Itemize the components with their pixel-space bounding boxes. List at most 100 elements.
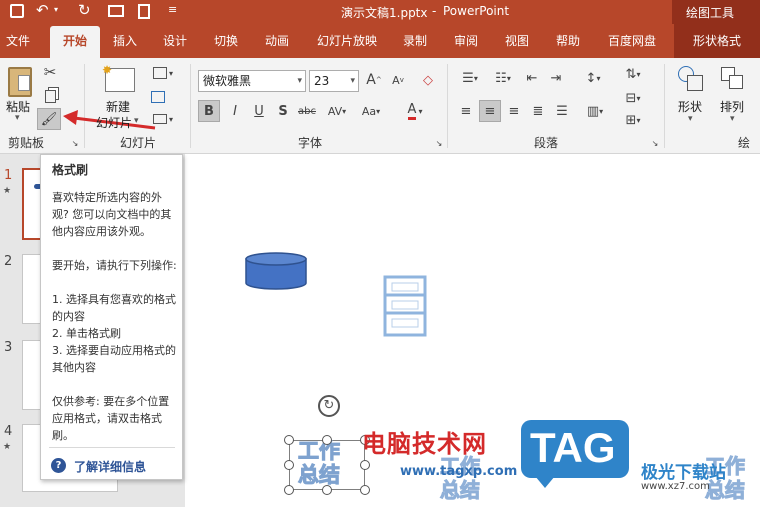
- clipboard-launcher-icon[interactable]: ↘: [70, 138, 80, 148]
- copy-icon: [44, 89, 56, 103]
- resize-handle[interactable]: [284, 460, 294, 470]
- paste-dropdown-icon[interactable]: ▾: [15, 113, 20, 123]
- shadow-button[interactable]: S: [273, 100, 293, 122]
- tab-home[interactable]: 开始: [50, 26, 100, 58]
- bold-button[interactable]: B: [198, 100, 220, 122]
- redo-icon[interactable]: ↻: [78, 1, 91, 19]
- columns-button[interactable]: ▥ ▾: [580, 100, 610, 122]
- resize-handle[interactable]: [284, 435, 294, 445]
- copy-button[interactable]: [40, 86, 60, 106]
- arrange-dropdown-icon[interactable]: ▾: [730, 114, 735, 124]
- tooltip-note: 仅供参考: 要在多个位置应用格式，请双击格式刷。: [52, 395, 170, 442]
- smartart-button[interactable]: ⊞ ▾: [618, 110, 648, 130]
- numbering-button[interactable]: ☷ ▾: [488, 68, 518, 88]
- arrange-icon: [721, 67, 745, 91]
- shapes-dropdown-icon[interactable]: ▾: [688, 114, 693, 124]
- group-divider: [447, 64, 448, 148]
- tooltip-step-3: 3. 选择要自动应用格式的其他内容: [52, 344, 176, 374]
- tab-baidu[interactable]: 百度网盘: [600, 24, 664, 58]
- resize-handle[interactable]: [360, 460, 370, 470]
- bullets-button[interactable]: ☰ ▾: [455, 68, 485, 88]
- align-right-button[interactable]: ≡: [503, 100, 525, 122]
- align-text-button[interactable]: ⊟ ▾: [618, 88, 648, 108]
- customize-toolbar-icon[interactable]: ≡: [168, 3, 177, 16]
- help-icon[interactable]: ?: [51, 458, 66, 473]
- context-tab-label: 绘图工具: [686, 6, 735, 20]
- preview-icon[interactable]: [138, 4, 150, 19]
- reset-button[interactable]: [148, 88, 168, 106]
- present-icon[interactable]: [108, 5, 124, 17]
- text-direction-button[interactable]: ⇅ ▾: [618, 64, 648, 84]
- paste-button[interactable]: [4, 62, 36, 102]
- shelf-shape[interactable]: [382, 275, 428, 337]
- reset-icon: [151, 91, 165, 103]
- selected-textbox[interactable]: 工作总结: [289, 439, 365, 490]
- new-slide-dropdown-icon[interactable]: ▾: [134, 116, 139, 126]
- learn-more-link[interactable]: 了解详细信息: [74, 458, 146, 475]
- context-tab-header: 绘图工具: [672, 0, 760, 24]
- distributed-button[interactable]: ☰: [551, 100, 573, 122]
- new-slide-button[interactable]: ✸: [100, 62, 140, 98]
- increase-indent-button[interactable]: ⇥: [546, 68, 566, 88]
- resize-handle[interactable]: [284, 485, 294, 495]
- italic-button[interactable]: I: [225, 100, 245, 122]
- shapes-button[interactable]: [674, 62, 708, 96]
- section-button[interactable]: ▾: [148, 110, 178, 128]
- font-color-button[interactable]: A ▾: [398, 100, 432, 122]
- arrange-button[interactable]: [716, 62, 750, 96]
- thumbnail-slide-2[interactable]: [22, 254, 42, 324]
- change-case-button[interactable]: Aa ▾: [356, 100, 386, 122]
- watermark-url: www.tagxp.com: [400, 464, 518, 479]
- layout-button[interactable]: ▾: [148, 64, 178, 82]
- font-name-combo[interactable]: 微软雅黑 ▾: [198, 70, 306, 92]
- cylinder-shape[interactable]: [244, 252, 308, 292]
- font-size-combo[interactable]: 23 ▾: [309, 70, 359, 92]
- new-slide-label2: 幻灯片: [96, 116, 133, 130]
- tab-insert[interactable]: 插入: [106, 24, 144, 58]
- group-divider: [190, 64, 191, 148]
- tooltip-title: 格式刷: [52, 163, 89, 177]
- resize-handle[interactable]: [322, 485, 332, 495]
- cut-button[interactable]: ✂: [40, 62, 60, 82]
- clear-format-icon[interactable]: ◇: [418, 70, 438, 90]
- shrink-font-button[interactable]: Av: [388, 70, 408, 90]
- strikethrough-button[interactable]: abc: [296, 100, 318, 122]
- slides-group-label: 幻灯片: [120, 136, 157, 150]
- rotate-handle-icon[interactable]: ↻: [318, 395, 340, 417]
- tab-animations[interactable]: 动画: [258, 24, 296, 58]
- save-icon[interactable]: [10, 4, 24, 18]
- shapes-label: 形状: [678, 100, 703, 114]
- format-painter-button[interactable]: 🖌: [37, 108, 61, 130]
- decrease-indent-button[interactable]: ⇤: [522, 68, 542, 88]
- grow-font-button[interactable]: A ^: [364, 70, 384, 90]
- paragraph-launcher-icon[interactable]: ↘: [650, 138, 660, 148]
- watermark-brand: 极光下载站: [641, 463, 726, 483]
- resize-handle[interactable]: [322, 435, 332, 445]
- tab-view[interactable]: 视图: [498, 24, 536, 58]
- char-spacing-button[interactable]: AV ▾: [322, 100, 352, 122]
- undo-dropdown-icon[interactable]: ▾: [54, 5, 58, 14]
- title-separator: -: [432, 4, 437, 18]
- undo-icon[interactable]: ↶: [36, 1, 49, 19]
- tab-file[interactable]: 文件: [0, 24, 36, 58]
- new-slide-icon: ✸: [102, 63, 135, 92]
- tab-transitions[interactable]: 切换: [207, 24, 245, 58]
- justify-button[interactable]: ≣: [527, 100, 549, 122]
- slide-canvas[interactable]: ↻ 工作总结 工作总结 工作总结 电脑技术网 www.tagxp.com TAG…: [185, 154, 760, 507]
- align-center-button[interactable]: ≡: [479, 100, 501, 122]
- resize-handle[interactable]: [360, 485, 370, 495]
- line-spacing-button[interactable]: ↕ ▾: [578, 68, 608, 88]
- font-launcher-icon[interactable]: ↘: [434, 138, 444, 148]
- tab-shape-format[interactable]: 形状格式: [674, 24, 760, 58]
- watermark-tag-logo: TAG: [521, 420, 629, 488]
- tab-record[interactable]: 录制: [396, 24, 434, 58]
- align-left-button[interactable]: ≡: [455, 100, 477, 122]
- tab-review[interactable]: 审阅: [447, 24, 485, 58]
- tab-help[interactable]: 帮助: [549, 24, 587, 58]
- underline-button[interactable]: U: [249, 100, 269, 122]
- thumbnail-slide-3[interactable]: [22, 340, 42, 410]
- tab-slideshow[interactable]: 幻灯片放映: [311, 24, 383, 58]
- tab-design[interactable]: 设计: [156, 24, 194, 58]
- font-color-icon: A: [407, 102, 417, 120]
- tooltip-divider: [49, 447, 175, 448]
